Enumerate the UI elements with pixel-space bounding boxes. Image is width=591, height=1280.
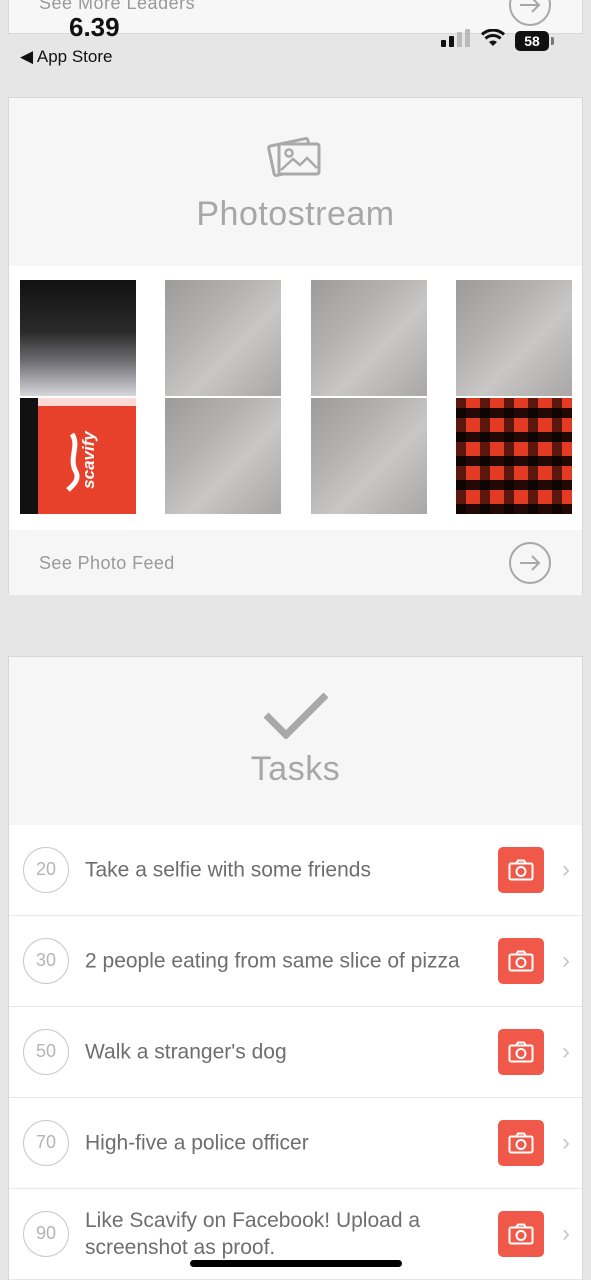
status-time: 6.39 (69, 12, 120, 42)
back-to-app-store[interactable]: ◀ App Store (20, 47, 112, 67)
photo-thumbnail[interactable]: scavify (20, 398, 136, 514)
camera-button[interactable] (498, 1211, 544, 1257)
photo-thumbnail[interactable] (311, 398, 427, 514)
photo-thumbnail[interactable] (165, 280, 281, 396)
task-text: Like Scavify on Facebook! Upload a scree… (85, 1209, 421, 1259)
task-row[interactable]: 30 2 people eating from same slice of pi… (9, 916, 582, 1007)
chevron-right-icon: › (562, 1220, 570, 1247)
checkmark-icon (263, 692, 328, 743)
camera-icon (508, 950, 534, 972)
camera-button[interactable] (498, 1029, 544, 1075)
signal-icon (441, 29, 471, 52)
camera-button[interactable] (498, 1120, 544, 1166)
chevron-right-icon: › (562, 1129, 570, 1156)
task-row[interactable]: 50 Walk a stranger's dog › (9, 1007, 582, 1098)
task-text: Take a selfie with some friends (85, 858, 371, 882)
photostream-title: Photostream (196, 195, 395, 233)
battery-indicator: 58 (515, 30, 554, 51)
photo-grid: scavify (9, 266, 582, 530)
task-points-badge: 50 (23, 1029, 69, 1075)
wifi-icon (480, 28, 506, 52)
camera-button[interactable] (498, 847, 544, 893)
tasks-header: Tasks (9, 657, 582, 825)
see-photo-feed-row[interactable]: See Photo Feed (9, 530, 582, 595)
task-text: Walk a stranger's dog (85, 1040, 287, 1064)
task-points-badge: 30 (23, 938, 69, 984)
status-icons: 58 (441, 28, 554, 52)
photo-thumbnail[interactable] (456, 280, 572, 396)
svg-text:scavify: scavify (79, 430, 98, 489)
see-photo-feed-label: See Photo Feed (39, 553, 175, 573)
scavify-logo-image: scavify (20, 398, 136, 514)
task-row[interactable]: 70 High-five a police officer › (9, 1098, 582, 1189)
camera-button[interactable] (498, 938, 544, 984)
task-points-badge: 90 (23, 1211, 69, 1257)
photo-thumbnail[interactable] (311, 280, 427, 396)
home-indicator (190, 1260, 402, 1267)
camera-icon (508, 859, 534, 881)
camera-icon (508, 1041, 534, 1063)
tasks-title: Tasks (250, 750, 341, 788)
photo-thumbnail[interactable] (456, 398, 572, 514)
camera-icon (508, 1132, 534, 1154)
arrow-circle-right-icon[interactable] (508, 0, 552, 32)
photo-thumbnail[interactable] (165, 398, 281, 514)
chevron-right-icon: › (562, 947, 570, 974)
images-icon (266, 137, 325, 186)
chevron-right-icon: › (562, 856, 570, 883)
task-points-badge: 20 (23, 847, 69, 893)
photostream-card: Photostream scavify See Photo Feed (8, 97, 583, 595)
photo-thumbnail[interactable] (20, 280, 136, 396)
task-points-badge: 70 (23, 1120, 69, 1166)
photostream-header: Photostream (9, 98, 582, 266)
tasks-card: Tasks 20 Take a selfie with some friends… (8, 656, 583, 1280)
arrow-circle-right-icon[interactable] (508, 541, 552, 590)
camera-icon (508, 1223, 534, 1245)
task-text: High-five a police officer (85, 1131, 309, 1155)
chevron-right-icon: › (562, 1038, 570, 1065)
task-row[interactable]: 20 Take a selfie with some friends › (9, 825, 582, 916)
task-text: 2 people eating from same slice of pizza (85, 949, 460, 973)
